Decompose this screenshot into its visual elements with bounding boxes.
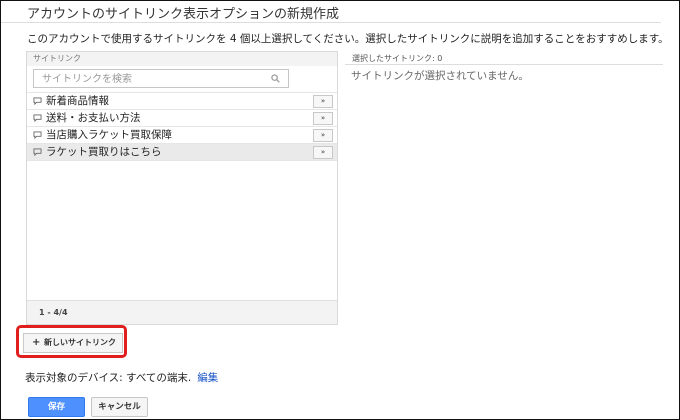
comment-icon: [33, 114, 42, 122]
search-icon: [271, 74, 280, 83]
dialog-title: アカウントのサイトリンク表示オプションの新規作成: [27, 7, 340, 22]
new-sitelink-label: 新しいサイトリンク: [44, 338, 116, 347]
edit-device-link[interactable]: 編集: [197, 372, 218, 384]
selected-sitelinks-header: 選択したサイトリンク: 0: [352, 54, 443, 63]
sitelink-label: 新着商品情報: [46, 95, 109, 107]
sitelink-label: 送料・お支払い方法: [46, 112, 141, 124]
plus-icon: +: [32, 337, 41, 348]
comment-icon: [33, 131, 42, 139]
pagination-label: 1 - 4/4: [27, 300, 337, 324]
sitelink-label: ラケット買取りはこちら: [46, 146, 162, 158]
sitelink-panel-header: サイトリンク: [27, 52, 337, 66]
add-sitelink-button[interactable]: »: [313, 112, 333, 125]
sitelink-row[interactable]: ラケット買取りはこちら »: [27, 143, 337, 161]
title-divider: [1, 22, 661, 23]
sitelink-row[interactable]: 当店購入ラケット買取保障 »: [27, 126, 337, 143]
sitelink-row[interactable]: 送料・お支払い方法 »: [27, 109, 337, 126]
dialog-frame: アカウントのサイトリンク表示オプションの新規作成 このアカウントで使用するサイト…: [0, 0, 680, 420]
sitelink-label: 当店購入ラケット買取保障: [46, 129, 172, 141]
add-sitelink-button[interactable]: »: [313, 95, 333, 108]
sitelink-list-panel: サイトリンク 新着商品情報 » 送料・お支払い方法 »: [26, 51, 338, 325]
sitelink-row[interactable]: 新着商品情報 »: [27, 92, 337, 109]
add-sitelink-button[interactable]: »: [313, 146, 333, 159]
cancel-button[interactable]: キャンセル: [91, 397, 148, 417]
device-targeting: 表示対象のデバイス: すべての端末. 編集: [25, 370, 218, 385]
add-sitelink-button[interactable]: »: [313, 129, 333, 142]
instruction-text: このアカウントで使用するサイトリンクを 4 個以上選択してください。選択したサイ…: [27, 33, 669, 45]
save-button[interactable]: 保存: [28, 397, 85, 417]
selected-panel-divider: [345, 64, 663, 65]
new-sitelink-button[interactable]: + 新しいサイトリンク: [23, 333, 123, 353]
sitelink-search-input[interactable]: [34, 70, 274, 89]
no-selection-message: サイトリンクが選択されていません。: [351, 70, 529, 82]
device-label: 表示対象のデバイス: すべての端末.: [25, 372, 192, 384]
sitelink-list: 新着商品情報 » 送料・お支払い方法 » 当店購入ラケット買取保障 » ラケット…: [27, 92, 337, 161]
sitelink-search-box[interactable]: [33, 69, 289, 89]
comment-icon: [33, 97, 42, 105]
comment-icon: [33, 148, 42, 156]
